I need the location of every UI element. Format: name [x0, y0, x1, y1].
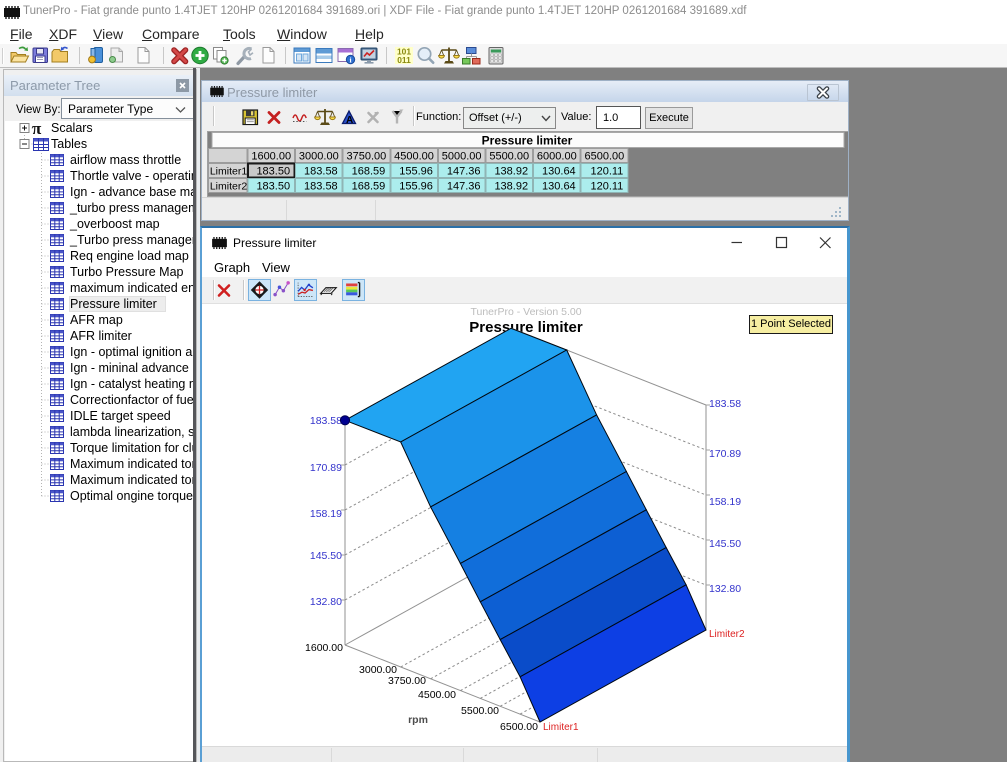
svg-text:5000.00: 5000.00: [441, 151, 481, 163]
svg-text:170.89: 170.89: [310, 462, 342, 474]
svg-text:π: π: [32, 119, 42, 138]
svg-text:183.50: 183.50: [256, 181, 290, 193]
svg-text:011: 011: [397, 55, 411, 65]
svg-text:170.89: 170.89: [709, 448, 741, 460]
svg-text:Pressure limiter: Pressure limiter: [481, 134, 572, 148]
svg-text:Limiter2: Limiter2: [209, 181, 247, 193]
svg-text:6000.00: 6000.00: [536, 151, 576, 163]
svg-text:4500.00: 4500.00: [394, 151, 434, 163]
svg-text:138.92: 138.92: [494, 166, 528, 178]
svg-text:5500.00: 5500.00: [461, 705, 499, 717]
svg-text:5500.00: 5500.00: [489, 151, 529, 163]
svg-text:158.19: 158.19: [310, 508, 342, 520]
svg-text:3000.00: 3000.00: [298, 151, 338, 163]
svg-text:rpm: rpm: [408, 714, 428, 726]
svg-text:Limiter1: Limiter1: [543, 722, 579, 733]
svg-text:158.19: 158.19: [709, 496, 741, 508]
svg-text:147.36: 147.36: [446, 181, 480, 193]
svg-text:4500.00: 4500.00: [418, 689, 456, 701]
svg-text:183.58: 183.58: [310, 415, 342, 427]
svg-text:3750.00: 3750.00: [346, 151, 386, 163]
svg-text:147.36: 147.36: [446, 166, 480, 178]
svg-text:130.64: 130.64: [542, 166, 576, 178]
svg-text:A: A: [346, 115, 353, 126]
svg-text:1600.00: 1600.00: [305, 642, 343, 654]
svg-text:168.59: 168.59: [351, 181, 385, 193]
svg-text:6500.00: 6500.00: [500, 721, 538, 733]
svg-text:3750.00: 3750.00: [388, 675, 426, 687]
svg-text:1600.00: 1600.00: [251, 151, 291, 163]
svg-text:138.92: 138.92: [494, 181, 528, 193]
svg-text:Limiter1: Limiter1: [209, 166, 247, 178]
svg-text:183.50: 183.50: [256, 166, 290, 178]
svg-text:155.96: 155.96: [399, 166, 433, 178]
svg-text:130.64: 130.64: [542, 181, 576, 193]
svg-text:132.80: 132.80: [310, 596, 342, 608]
svg-text:120.11: 120.11: [590, 166, 623, 178]
svg-text:183.58: 183.58: [304, 181, 338, 193]
svg-text:145.50: 145.50: [709, 538, 741, 550]
svg-text:183.58: 183.58: [304, 166, 338, 178]
svg-text:145.50: 145.50: [310, 550, 342, 562]
svg-text:Limiter2: Limiter2: [709, 629, 745, 640]
svg-text:6500.00: 6500.00: [584, 151, 624, 163]
svg-text:i: i: [349, 56, 351, 65]
svg-text:183.58: 183.58: [709, 398, 741, 410]
svg-text:132.80: 132.80: [709, 583, 741, 595]
svg-text:168.59: 168.59: [351, 166, 385, 178]
svg-text:155.96: 155.96: [399, 181, 433, 193]
svg-text:120.11: 120.11: [590, 181, 623, 193]
